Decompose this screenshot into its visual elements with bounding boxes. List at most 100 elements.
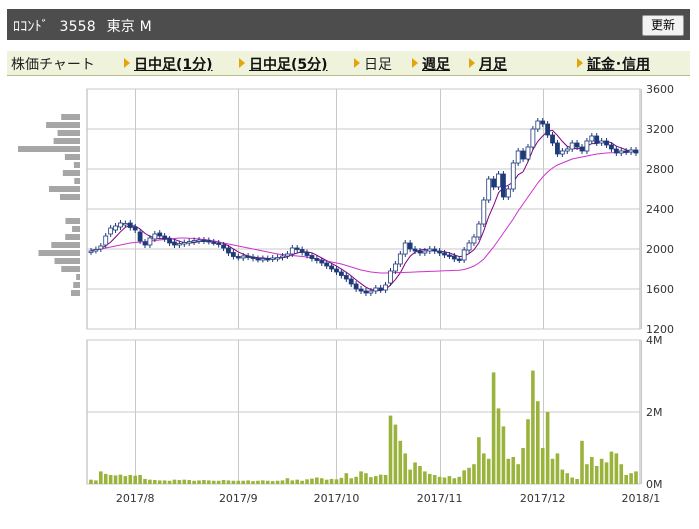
candle-body (589, 135, 595, 142)
volume-bar (413, 462, 417, 484)
profile-bar (62, 170, 80, 176)
candle-body (579, 146, 585, 152)
volume-bar (511, 457, 516, 484)
stock-chart: 36003200280024002000160012004M2M0M2017/8… (18, 83, 674, 505)
candle-body (299, 249, 305, 253)
volume-bar (143, 478, 147, 484)
x-tick-label: 2017/10 (314, 492, 360, 505)
profile-bar (65, 234, 80, 240)
candle-body (393, 263, 398, 272)
candle-body (486, 178, 492, 201)
volume-bar (187, 480, 191, 484)
candle-body (284, 253, 290, 257)
volume-bar (570, 477, 574, 484)
volume-bar (575, 478, 579, 484)
volume-bar (359, 471, 363, 484)
candle-body (569, 142, 575, 150)
volume-bar (536, 401, 540, 484)
volume-bar (153, 480, 157, 484)
candle-body (496, 173, 501, 188)
x-tick-label: 2017/9 (219, 492, 258, 505)
candle-body (412, 248, 418, 252)
volume-bar (447, 476, 452, 484)
candle-body (388, 270, 393, 284)
volume-bar (231, 480, 236, 484)
profile-bar (73, 282, 80, 288)
volume-bar (133, 475, 137, 484)
x-tick-label: 2017/8 (116, 492, 155, 505)
profile-bar (72, 226, 80, 232)
candle-body (137, 231, 143, 242)
profile-bar (76, 274, 80, 280)
volume-bar (427, 473, 432, 484)
volume-bar (113, 475, 118, 484)
volume-bar (319, 478, 324, 484)
candle-body (559, 150, 565, 155)
candle-body (201, 239, 207, 242)
volume-bar (167, 480, 172, 484)
profile-bar (61, 114, 80, 120)
candle-body (319, 260, 325, 264)
volume-bar (305, 479, 309, 484)
candle-body (103, 235, 109, 246)
candle-body (633, 149, 639, 154)
candle-body (461, 249, 467, 261)
candle-body (314, 258, 320, 261)
candle-body (280, 255, 285, 258)
candle-body (432, 248, 438, 252)
candle-body (422, 250, 428, 254)
candle-body (142, 241, 148, 246)
volume-bar (403, 453, 408, 484)
volume-bar (182, 479, 187, 484)
volume-bar (545, 412, 550, 484)
candle-body (368, 290, 374, 294)
profile-bar (59, 194, 80, 200)
candle-body (245, 255, 251, 258)
candle-body (88, 250, 94, 253)
volume-bar (619, 464, 624, 484)
profile-bar (46, 122, 80, 128)
volume-bar (251, 481, 255, 484)
candle-body (334, 268, 339, 273)
volume-bar (442, 477, 447, 484)
candle-body (353, 283, 359, 290)
candle-body (466, 242, 472, 251)
volume-bar (300, 480, 304, 484)
profile-bar (71, 290, 80, 296)
volume-bar (599, 458, 604, 484)
candle-body (339, 271, 344, 276)
candle-body (481, 199, 487, 225)
volume-bar (378, 474, 383, 484)
volume-bar (285, 478, 290, 484)
candle-body (235, 256, 241, 259)
volume-bar (246, 480, 250, 484)
price-tick-label: 2800 (646, 163, 674, 176)
volume-bar (221, 480, 226, 484)
volume-bar (241, 480, 246, 484)
profile-bar (74, 178, 80, 184)
candle-body (442, 252, 447, 256)
candle-body (471, 236, 477, 244)
volume-bar (344, 473, 349, 484)
volume-bar (148, 479, 152, 484)
volume-bar (339, 477, 344, 484)
candle-body (407, 242, 413, 250)
candle-body (491, 178, 497, 188)
x-tick-label: 2017/12 (520, 492, 566, 505)
volume-bar (614, 453, 619, 484)
volume-bar (265, 480, 270, 484)
price-tick-label: 2000 (646, 243, 674, 256)
candle-body (383, 284, 388, 291)
volume-bar (216, 480, 221, 484)
candle-body (535, 120, 541, 130)
volume-bar (550, 458, 555, 484)
candle-body (584, 140, 590, 152)
volume-bar (609, 451, 614, 484)
volume-bar (506, 458, 511, 484)
volume-bar (334, 479, 339, 484)
volume-bar (236, 480, 241, 484)
volume-bar (423, 471, 427, 484)
candle-body (343, 275, 349, 280)
candle-body (437, 250, 443, 254)
candle-body (329, 265, 334, 270)
